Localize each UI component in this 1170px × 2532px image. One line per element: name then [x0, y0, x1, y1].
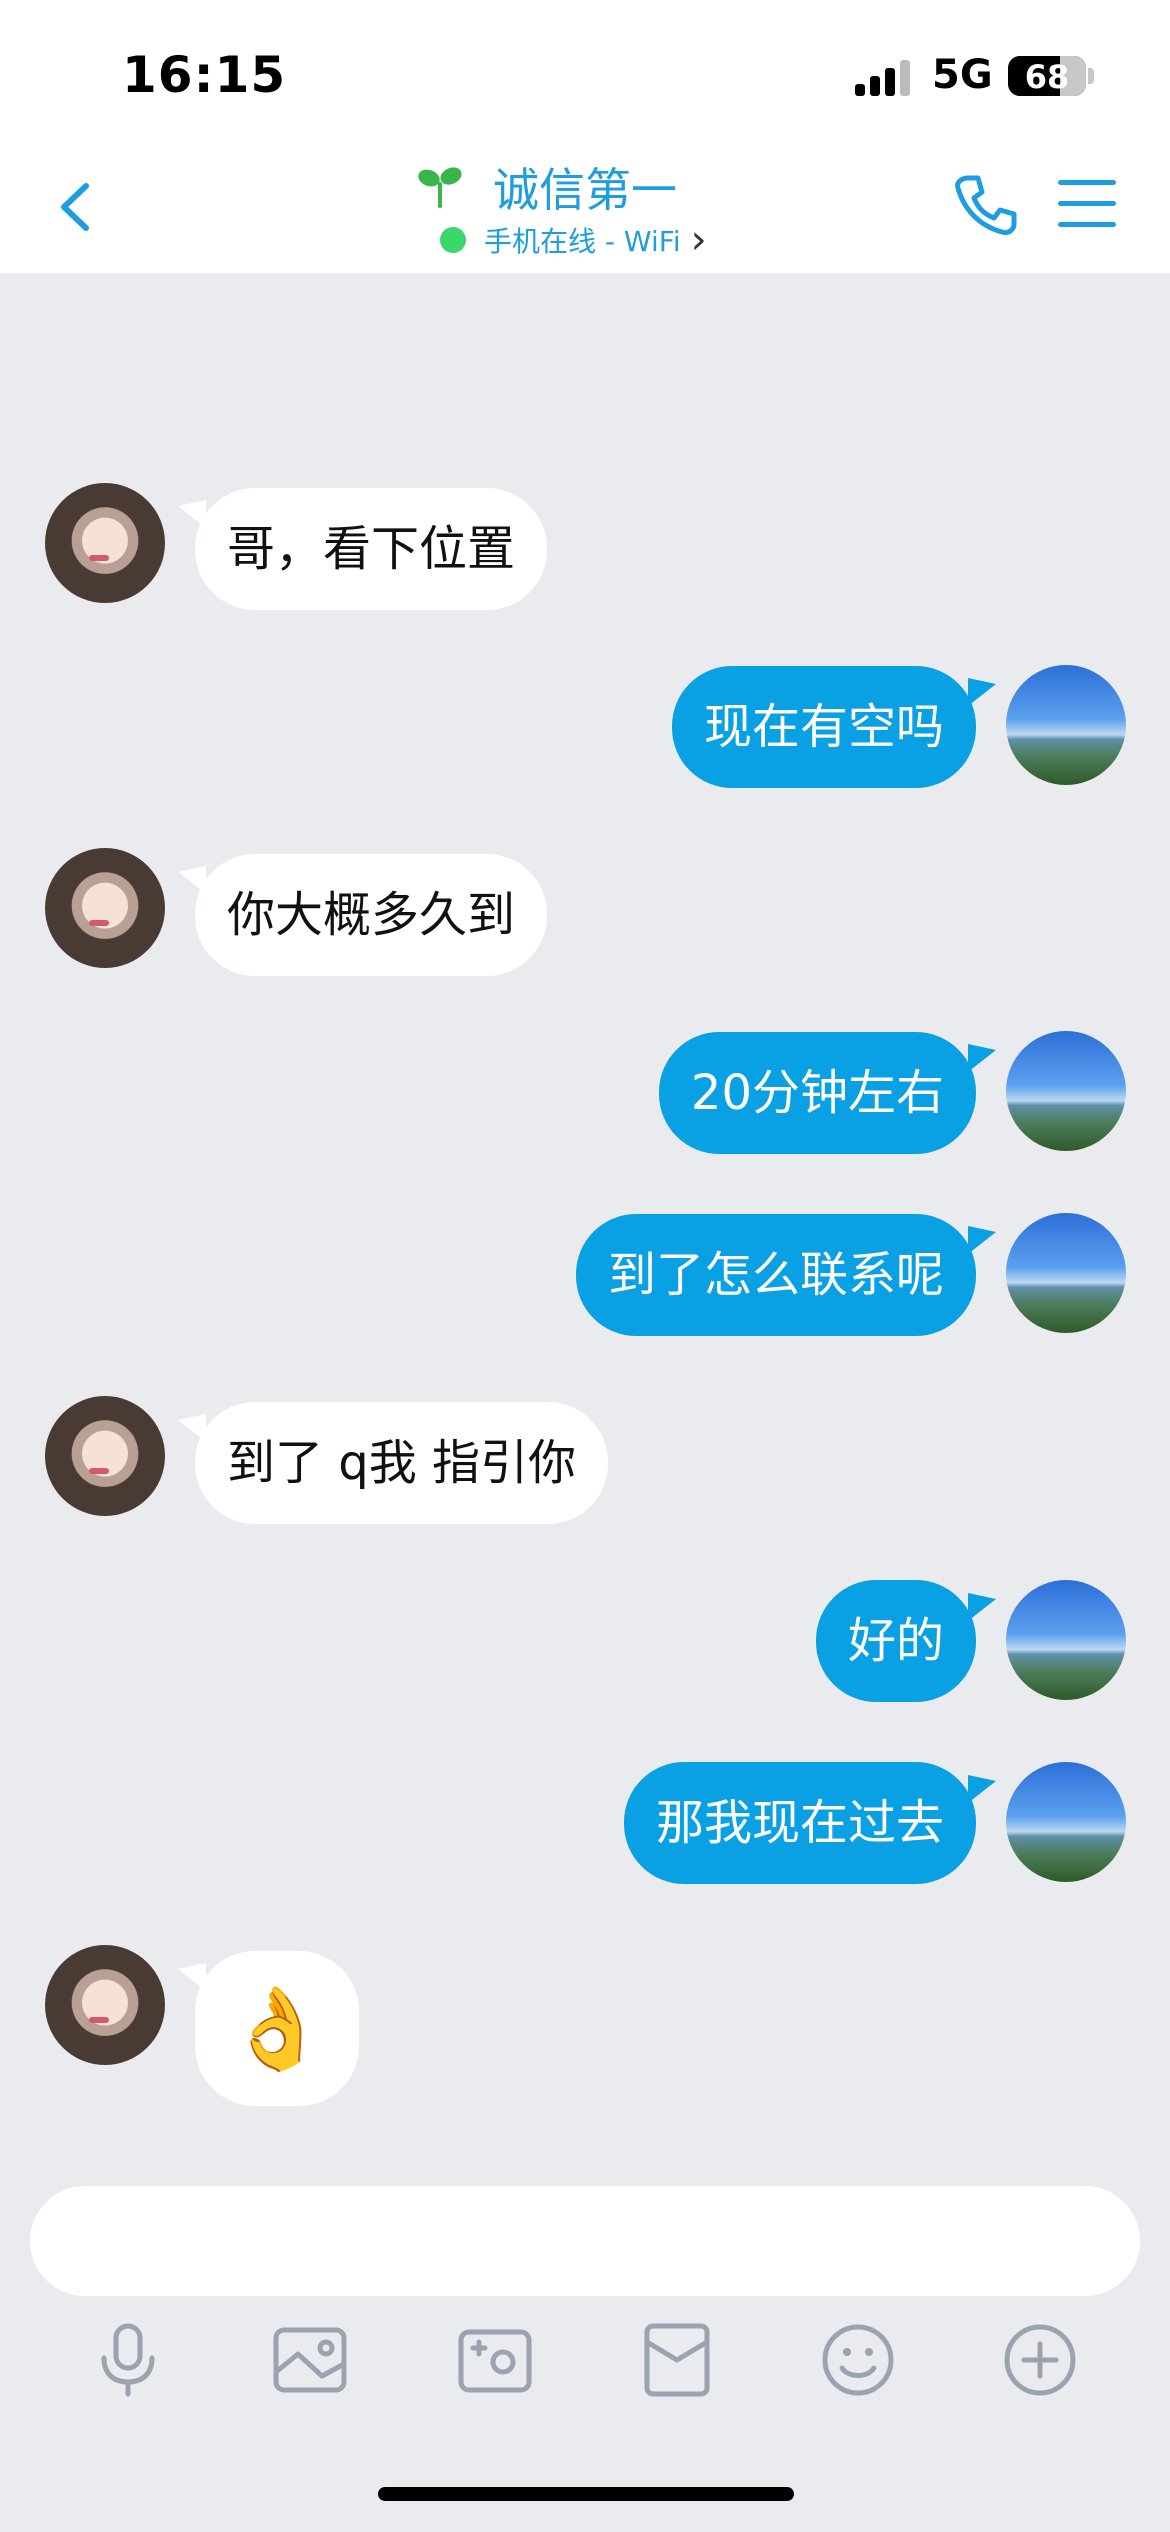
message-bubble[interactable]: 现在有空吗 [671, 666, 976, 788]
mic-icon[interactable] [88, 2320, 168, 2400]
online-dot-icon [440, 227, 466, 253]
message-bubble[interactable]: 到了 q我 指引你 [195, 1402, 608, 1524]
message-bubble[interactable]: 20分钟左右 [658, 1032, 976, 1154]
user-avatar[interactable] [1006, 1762, 1126, 1882]
user-avatar[interactable] [1006, 1031, 1126, 1151]
online-status-text: 手机在线 - WiFi [484, 225, 681, 258]
message-input[interactable] [30, 2186, 1140, 2296]
home-indicator [378, 2487, 794, 2501]
phone-icon[interactable] [950, 170, 1020, 240]
contact-avatar[interactable] [45, 483, 165, 603]
bubble-tail [968, 1044, 996, 1072]
message-bubble[interactable]: 你大概多久到 [195, 854, 548, 976]
message-bubble[interactable]: 那我现在过去 [623, 1762, 976, 1884]
chevron-right-icon: › [690, 217, 707, 263]
signal-icon [855, 60, 915, 96]
bubble-tail [968, 1775, 996, 1803]
camera-icon[interactable] [455, 2320, 535, 2400]
user-avatar[interactable] [1006, 665, 1126, 785]
user-avatar[interactable] [1006, 1580, 1126, 1700]
bubble-tail [968, 1226, 996, 1254]
emoji-icon[interactable] [818, 2320, 898, 2400]
status-bar: 16:15 5G 68 [0, 0, 1170, 140]
battery-level: 68 [1024, 58, 1070, 96]
battery-tip [1088, 68, 1094, 84]
bubble-tail [968, 1593, 996, 1621]
red-packet-icon[interactable] [637, 2320, 717, 2400]
user-avatar[interactable] [1006, 1213, 1126, 1333]
plus-icon[interactable] [1000, 2320, 1080, 2400]
message-bubble[interactable]: 到了怎么联系呢 [575, 1214, 976, 1336]
online-status[interactable]: 手机在线 - WiFi › [440, 220, 707, 260]
chat-title[interactable]: 诚信第一 [493, 154, 677, 220]
contact-avatar[interactable] [45, 1945, 165, 2065]
message-bubble[interactable]: 哥，看下位置 [195, 488, 548, 610]
contact-avatar[interactable] [45, 848, 165, 968]
emoji-message-bubble[interactable]: 👌 [195, 1951, 359, 2106]
battery-icon: 68 [1008, 56, 1086, 96]
image-icon[interactable] [270, 2320, 350, 2400]
network-type: 5G [932, 52, 993, 98]
bubble-tail [968, 678, 996, 706]
contact-avatar[interactable] [45, 1396, 165, 1516]
nav-bar: 诚信第一 手机在线 - WiFi › [0, 140, 1170, 273]
message-bubble[interactable]: 好的 [815, 1580, 976, 1702]
input-toolbar [0, 2320, 1170, 2420]
status-time: 16:15 [122, 46, 287, 104]
menu-icon[interactable] [1058, 180, 1116, 230]
